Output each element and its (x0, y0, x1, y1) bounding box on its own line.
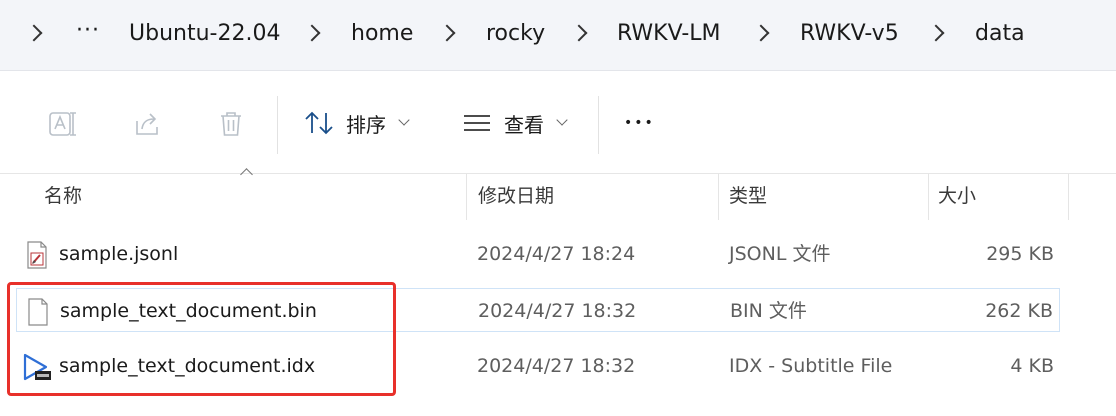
sort-button[interactable]: 排序 (304, 101, 410, 145)
file-type: JSONL 文件 (729, 243, 831, 265)
file-size: 262 KB (985, 300, 1053, 322)
column-header-size[interactable]: 大小 (938, 174, 976, 220)
chevron-down-icon (398, 114, 410, 126)
share-icon[interactable] (133, 109, 163, 139)
file-size: 4 KB (1010, 355, 1054, 377)
file-modified: 2024/4/27 18:32 (477, 355, 636, 377)
chevron-right-icon[interactable] (570, 24, 588, 42)
file-type: BIN 文件 (730, 300, 807, 322)
file-modified: 2024/4/27 18:24 (477, 243, 636, 265)
more-options-button[interactable]: ••• (624, 101, 655, 145)
chevron-right-icon[interactable] (25, 24, 43, 42)
file-size: 295 KB (986, 243, 1054, 265)
file-modified: 2024/4/27 18:32 (478, 300, 637, 322)
file-type: IDX - Subtitle File (729, 355, 893, 377)
column-header-type[interactable]: 类型 (729, 174, 767, 220)
jsonl-file-icon (27, 241, 47, 269)
column-header-name[interactable]: 名称 (44, 174, 82, 220)
file-row[interactable]: sample.jsonl 2024/4/27 18:24 JSONL 文件 29… (16, 232, 1060, 276)
delete-icon[interactable] (216, 109, 246, 139)
breadcrumb-item-rwkv-v5[interactable]: RWKV-v5 (800, 0, 899, 70)
chevron-right-icon[interactable] (927, 24, 945, 42)
address-breadcrumb-bar: ··· Ubuntu-22.04 home rocky RWKV-LM RWKV… (0, 0, 1116, 71)
chevron-right-icon[interactable] (752, 24, 770, 42)
chevron-right-icon[interactable] (438, 24, 456, 42)
column-header-row: 名称 修改日期 类型 大小 (0, 174, 1116, 220)
file-name: sample.jsonl (59, 243, 179, 265)
rename-icon[interactable] (48, 109, 78, 139)
view-label: 查看 (504, 112, 544, 137)
breadcrumb-item-rwkv-lm[interactable]: RWKV-LM (617, 0, 721, 70)
command-toolbar: 排序 查看 ••• (0, 71, 1116, 174)
column-header-modified[interactable]: 修改日期 (478, 174, 554, 220)
annotation-highlight-box (7, 282, 396, 396)
breadcrumb-item-data[interactable]: data (975, 0, 1025, 70)
view-button[interactable]: 查看 (462, 101, 568, 145)
breadcrumb-item-rocky[interactable]: rocky (486, 0, 545, 70)
view-list-icon (464, 115, 490, 131)
chevron-down-icon (556, 114, 568, 126)
breadcrumb-item-home[interactable]: home (351, 0, 413, 70)
chevron-right-icon[interactable] (303, 24, 321, 42)
sort-icon (305, 111, 333, 135)
breadcrumb-item-ubuntu[interactable]: Ubuntu-22.04 (129, 0, 280, 70)
sort-label: 排序 (346, 112, 386, 137)
breadcrumb-overflow-button[interactable]: ··· (76, 0, 100, 70)
